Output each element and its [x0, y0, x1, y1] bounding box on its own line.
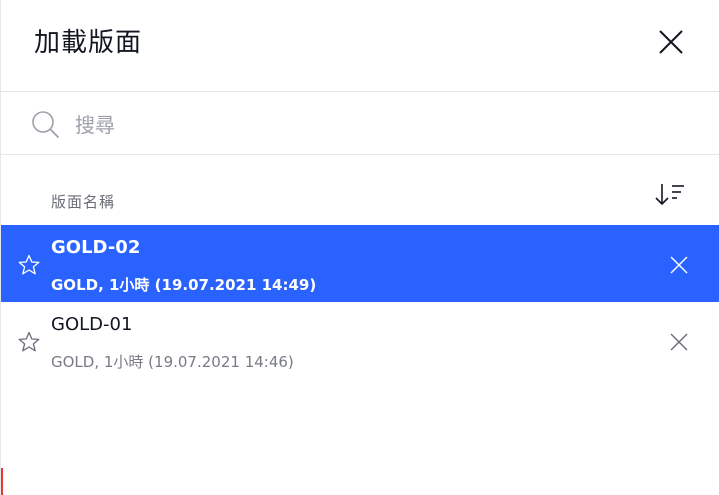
- star-icon[interactable]: [17, 253, 41, 277]
- search-icon: [32, 111, 59, 138]
- layout-name: GOLD-01: [51, 314, 133, 335]
- star-icon[interactable]: [17, 330, 41, 354]
- sort-button[interactable]: [653, 180, 687, 210]
- dialog-title: 加載版面: [34, 28, 143, 58]
- layout-row-gold-02[interactable]: GOLD-02 GOLD, 1小時 (19.07.2021 14:49): [1, 225, 719, 302]
- list-column-header: 版面名稱: [1, 156, 719, 224]
- remove-icon[interactable]: [667, 253, 691, 277]
- close-button[interactable]: [653, 24, 689, 60]
- layout-row-gold-01[interactable]: GOLD-01 GOLD, 1小時 (19.07.2021 14:46): [1, 302, 719, 379]
- search-bar: [1, 93, 719, 155]
- layout-details: GOLD, 1小時 (19.07.2021 14:46): [51, 353, 294, 371]
- sort-icon: [655, 184, 684, 206]
- layout-details: GOLD, 1小時 (19.07.2021 14:49): [51, 276, 317, 294]
- close-icon: [659, 30, 683, 54]
- search-input[interactable]: [73, 107, 677, 143]
- layout-name: GOLD-02: [51, 237, 141, 258]
- left-edge-accent: [1, 468, 3, 495]
- dialog-header: 加載版面: [1, 0, 719, 92]
- load-layout-dialog: 加載版面 版面名稱: [0, 0, 719, 495]
- remove-icon[interactable]: [667, 330, 691, 354]
- layout-list: GOLD-02 GOLD, 1小時 (19.07.2021 14:49) GOL…: [1, 225, 719, 379]
- column-label-layout-name: 版面名稱: [51, 193, 116, 211]
